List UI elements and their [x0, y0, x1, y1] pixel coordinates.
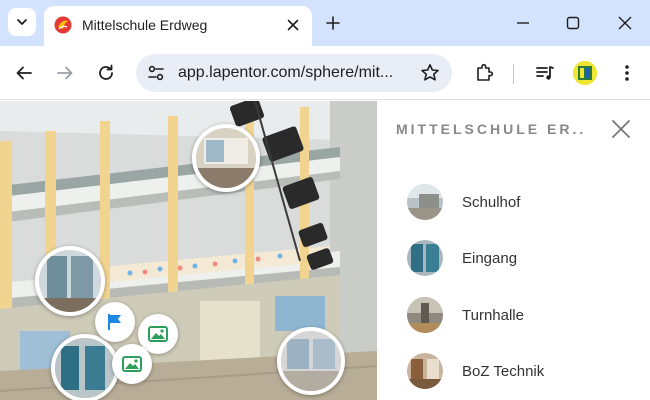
hotspot-thumbnail: [55, 338, 115, 398]
back-button[interactable]: [9, 58, 39, 88]
scene-list-item[interactable]: Turnhalle: [407, 296, 627, 334]
image-icon: [148, 326, 168, 342]
media-controls-button[interactable]: [533, 61, 557, 85]
scene-hotspot[interactable]: [277, 327, 345, 395]
playlist-music-icon: [536, 66, 554, 80]
chevron-down-icon: [17, 19, 27, 25]
panorama-viewer[interactable]: [0, 101, 377, 400]
scene-label: BoZ Technik: [462, 362, 545, 380]
plus-icon: [326, 16, 340, 30]
image-hotspot[interactable]: [112, 344, 152, 384]
image-icon: [122, 356, 142, 372]
scene-thumbnail-image: [407, 297, 443, 333]
forward-button[interactable]: [50, 58, 80, 88]
scene-label: Turnhalle: [462, 306, 524, 324]
profile-avatar[interactable]: [573, 61, 597, 85]
close-icon: [287, 19, 299, 31]
minimize-button[interactable]: [508, 8, 538, 38]
scene-label: Schulhof: [462, 193, 521, 211]
hotspot-thumbnail: [281, 331, 341, 391]
scene-hotspot[interactable]: [35, 246, 105, 316]
tab-strip: Mittelschule Erdweg: [0, 0, 650, 46]
url-text: app.lapentor.com/sphere/mit...: [178, 64, 394, 81]
browser-toolbar: app.lapentor.com/sphere/mit...: [0, 46, 650, 100]
hotspot-thumbnail: [39, 250, 101, 312]
reload-icon: [99, 64, 113, 80]
info-flag-hotspot[interactable]: [95, 302, 135, 342]
site-favicon-icon: [54, 16, 72, 34]
maximize-button[interactable]: [558, 8, 588, 38]
new-tab-button[interactable]: [320, 10, 346, 36]
address-bar[interactable]: app.lapentor.com/sphere/mit...: [136, 54, 452, 92]
arrow-right-icon: [57, 66, 73, 80]
scene-thumbnail-image: [407, 353, 443, 389]
browser-menu-button[interactable]: [615, 61, 639, 85]
toolbar-divider: [513, 64, 514, 84]
site-info-icon[interactable]: [146, 63, 166, 83]
scene-list-item[interactable]: BoZ Technik: [407, 352, 627, 390]
reload-button[interactable]: [91, 58, 121, 88]
window-close-button[interactable]: [610, 8, 640, 38]
maximize-icon: [566, 16, 580, 30]
arrow-left-icon: [16, 66, 32, 80]
scene-thumbnail: [407, 297, 443, 333]
tab-search-button[interactable]: [8, 8, 36, 36]
close-icon[interactable]: [611, 119, 631, 139]
more-vertical-icon: [625, 65, 629, 81]
flag-icon: [108, 314, 121, 330]
panel-title: MITTELSCHULE ER..: [396, 121, 587, 137]
tab-title: Mittelschule Erdweg: [82, 17, 208, 33]
scene-hotspot[interactable]: [192, 124, 260, 192]
scene-hotspot[interactable]: [51, 334, 119, 400]
scene-thumbnail: [407, 353, 443, 389]
bookmark-star-icon[interactable]: [420, 63, 440, 83]
scene-list-panel: MITTELSCHULE ER.. Schulhof Eingang Turnh…: [377, 101, 650, 400]
close-tab-button[interactable]: [282, 14, 304, 36]
minimize-icon: [517, 22, 529, 24]
hotspot-thumbnail: [196, 128, 256, 188]
scene-thumbnail-image: [407, 240, 443, 276]
scene-list-item[interactable]: Eingang: [407, 239, 627, 277]
extensions-button[interactable]: [472, 61, 496, 85]
scene-label: Eingang: [462, 249, 518, 267]
avatar-image-icon: [573, 61, 597, 85]
scene-thumbnail: [407, 184, 443, 220]
scene-thumbnail: [407, 240, 443, 276]
puzzle-piece-icon: [477, 63, 494, 81]
close-icon: [618, 16, 632, 30]
active-tab[interactable]: Mittelschule Erdweg: [44, 6, 312, 46]
scene-thumbnail-image: [407, 184, 443, 220]
scene-list-item[interactable]: Schulhof: [407, 183, 627, 221]
